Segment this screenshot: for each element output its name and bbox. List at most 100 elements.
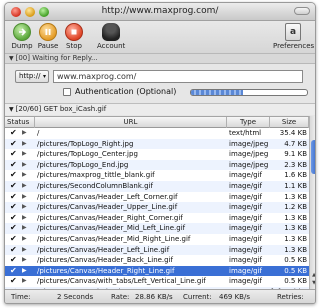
type-cell: image/gif [229, 224, 263, 233]
rate-label: Rate: [111, 293, 130, 301]
table-row[interactable]: ✔ ▶ /pictures/Canvas/Header_Mid_Right_Line… [5, 234, 309, 245]
type-cell: image/gif [229, 181, 263, 190]
toolbar-toggle-button[interactable] [294, 7, 310, 15]
dump-button[interactable]: Dump [9, 23, 35, 50]
table-row[interactable]: ✔ ▶ /pictures/SecondColumnBlank.gif image/g… [5, 180, 309, 192]
disclosure-triangle-icon[interactable]: ▶ [22, 192, 30, 203]
url-cell: /pictures/Canvas/Header_Left_Corner.gif [37, 192, 178, 201]
checkmark-icon: ✔ [10, 265, 17, 275]
disclosure-triangle-icon[interactable]: ▶ [22, 255, 30, 266]
preferences-button[interactable]: a Preferences [273, 23, 315, 50]
progress-bar [190, 89, 308, 96]
table-row[interactable]: ✔ ▶ /pictures/Canvas/Header_Right_Line.gif… [5, 265, 309, 277]
size-cell: 9.1 KB [284, 150, 307, 159]
disclosure-triangle-icon[interactable]: ▼ [9, 104, 14, 115]
checkmark-icon: ✔ [10, 159, 17, 169]
disclosure-triangle-icon[interactable]: ▶ [22, 223, 30, 234]
progress-fill [191, 90, 244, 95]
table-row[interactable]: ✔ ▶ /pictures/TopLogo_Center.jpg image/jpeg… [5, 149, 309, 160]
table-row[interactable]: ✔ ▶ /pictures/Canvas/with_tabs/Left_Vertic… [5, 276, 309, 287]
column-header-size[interactable]: Size [270, 117, 309, 128]
preferences-label: Preferences [273, 42, 315, 50]
checkmark-icon: ✔ [10, 180, 17, 190]
preferences-icon: a [285, 23, 301, 41]
type-cell: image/gif [229, 266, 263, 275]
url-cell: /pictures/Canvas/with_tabs/Left_Vertical… [37, 277, 206, 286]
time-label: Time: [11, 293, 31, 301]
type-cell: image/gif [229, 234, 263, 243]
table-row[interactable]: ✔ ▶ /pictures/TopLogo_Right.jpg image/jpeg 4… [5, 138, 309, 150]
url-cell: /pictures/TopLogo_Right.jpg [37, 139, 134, 148]
table-body: ✔ ▶ / text/html 35.4 KB ✔ ▶ /pictures/TopLogo_R… [5, 128, 309, 298]
footer-status-bar: Time: 2 Seconds Rate: 28.86 KB/s Current… [5, 289, 315, 303]
scroll-up-arrow-icon[interactable]: ▲ [311, 272, 315, 278]
scrollbar-thumb[interactable] [311, 140, 315, 174]
table-row[interactable]: ✔ ▶ /pictures/Canvas/Header_Left_Line.gif i… [5, 244, 309, 256]
type-cell: image/gif [229, 213, 263, 222]
rate-value: 28.86 KB/s [135, 293, 173, 301]
stop-button[interactable]: Stop [61, 23, 87, 50]
url-cell: /pictures/Canvas/Header_Upper_Line.gif [37, 203, 178, 212]
size-cell: 4.7 KB [284, 139, 307, 148]
table-row[interactable]: ✔ ▶ /pictures/Canvas/Header_Left_Corner.gi… [5, 192, 309, 203]
type-cell: image/jpeg [229, 139, 269, 148]
url-cell: /pictures/Canvas/Header_Mid_Left_Line.gi… [37, 224, 186, 233]
disclosure-triangle-icon[interactable]: ▶ [22, 128, 30, 139]
size-cell: 1.3 KB [284, 192, 307, 201]
scroll-down-arrow-icon[interactable]: ▼ [311, 280, 315, 286]
disclosure-triangle-icon[interactable]: ▶ [22, 245, 30, 256]
connection-status-text: [00] Waiting for Reply... [15, 54, 98, 62]
account-label: Account [97, 42, 126, 50]
disclosure-triangle-icon[interactable]: ▶ [22, 160, 30, 171]
type-cell: image/gif [229, 192, 263, 201]
disclosure-triangle-icon[interactable]: ▶ [22, 276, 30, 287]
disclosure-triangle-icon[interactable]: ▶ [22, 149, 30, 160]
vertical-scrollbar[interactable]: ▲ ▼ [309, 116, 315, 289]
disclosure-triangle-icon[interactable]: ▶ [22, 139, 30, 150]
checkmark-icon: ✔ [10, 255, 17, 265]
disclosure-triangle-icon[interactable]: ▼ [9, 54, 14, 63]
disclosure-triangle-icon[interactable]: ▶ [22, 266, 30, 277]
table-row[interactable]: ✔ ▶ /pictures/Canvas/Header_Right_Corner.g… [5, 213, 309, 224]
type-cell: image/gif [229, 256, 263, 265]
disclosure-triangle-icon[interactable]: ▶ [22, 181, 30, 192]
stop-label: Stop [66, 42, 82, 50]
column-header-status[interactable]: Status [5, 117, 35, 128]
disclosure-triangle-icon[interactable]: ▶ [22, 202, 30, 213]
checkmark-icon: ✔ [10, 202, 17, 212]
checkmark-icon: ✔ [10, 191, 17, 201]
pause-label: Pause [37, 42, 59, 50]
pause-button[interactable]: Pause [35, 23, 61, 50]
disclosure-triangle-icon[interactable]: ▶ [22, 170, 30, 181]
url-cell: /pictures/Canvas/Header_Left_Line.gif [37, 245, 170, 254]
title-bar: http://www.maxprog.com/ [5, 3, 315, 21]
size-cell: 0.5 KB [284, 256, 307, 265]
type-cell: image/jpeg [229, 150, 269, 159]
current-value: 469 KB/s [219, 293, 250, 301]
connection-status: ▼ [00] Waiting for Reply... [5, 53, 315, 64]
table-row[interactable]: ✔ ▶ /pictures/Canvas/Header_Back_Line.gif i… [5, 255, 309, 266]
url-input[interactable]: www.maxprog.com/ [53, 70, 303, 83]
table-row[interactable]: ✔ ▶ /pictures/Canvas/Header_Upper_Line.gif… [5, 202, 309, 213]
size-cell: 1.6 KB [284, 171, 307, 180]
authentication-label: Authentication (Optional) [75, 87, 177, 96]
account-button[interactable]: Account [97, 23, 125, 50]
table-header: Status URL Type Size [5, 117, 309, 128]
column-header-type[interactable]: Type [227, 117, 270, 128]
type-cell: image/gif [229, 171, 263, 180]
dump-icon [13, 23, 31, 41]
toolbar: Dump Pause Stop Account a Preferences [5, 21, 315, 53]
authentication-checkbox[interactable] [63, 88, 71, 96]
disclosure-triangle-icon[interactable]: ▶ [22, 234, 30, 245]
scheme-select[interactable]: http:// ▾ [15, 70, 49, 83]
table-row[interactable]: ✔ ▶ /pictures/TopLogo_End.jpg image/jpeg 2.3… [5, 159, 309, 171]
disclosure-triangle-icon[interactable]: ▶ [22, 213, 30, 224]
table-row[interactable]: ✔ ▶ /pictures/maxprog_tittle_blank.gif imag… [5, 170, 309, 181]
checkmark-icon: ✔ [10, 244, 17, 254]
chevron-down-icon: ▾ [42, 73, 46, 80]
url-cell: / [37, 129, 40, 137]
table-row[interactable]: ✔ ▶ /pictures/Canvas/Header_Mid_Left_Line.… [5, 223, 309, 234]
url-cell: /pictures/maxprog_tittle_blank.gif [37, 171, 155, 180]
table-row[interactable]: ✔ ▶ / text/html 35.4 KB [5, 128, 309, 139]
column-header-url[interactable]: URL [35, 117, 227, 128]
